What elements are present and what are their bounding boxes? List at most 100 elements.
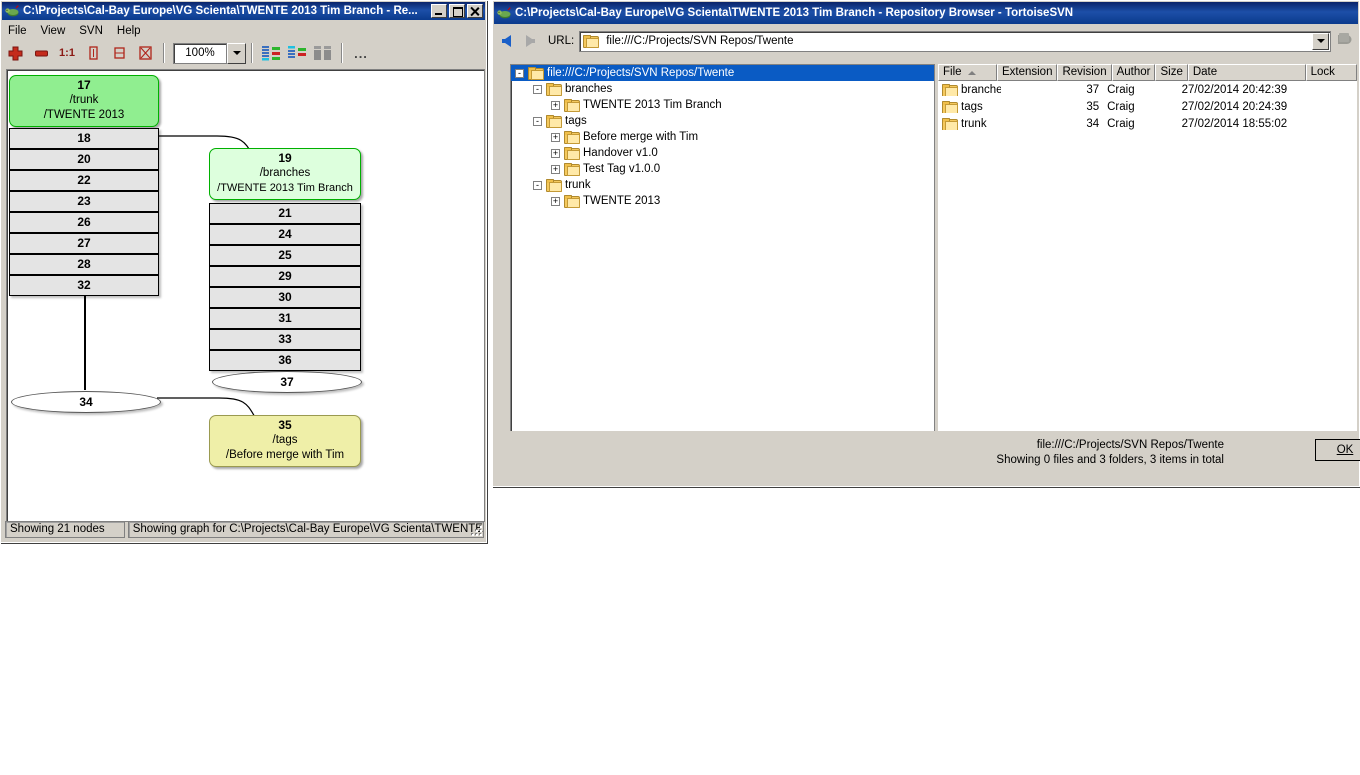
zoom-100-button[interactable]: 1:1 [54, 42, 80, 64]
chevron-down-icon [232, 51, 241, 55]
window-title: C:\Projects\Cal-Bay Europe\VG Scienta\TW… [515, 7, 1074, 19]
zoom-in-icon[interactable] [2, 42, 28, 64]
cell-date: 27/02/2014 20:24:39 [1181, 100, 1288, 113]
expand-icon[interactable]: + [551, 132, 560, 142]
expand-icon[interactable]: + [551, 148, 560, 158]
expand-icon[interactable]: + [551, 164, 560, 174]
column-header-extension[interactable]: Extension [996, 64, 1058, 81]
rev-label: 25 [278, 248, 292, 262]
status-graph-path: Showing graph for C:\Projects\Cal-Bay Eu… [127, 521, 484, 538]
zoom-dropdown-button[interactable] [227, 42, 246, 64]
expand-icon[interactable]: + [551, 196, 560, 206]
graph-node-rev-30[interactable]: 30 [209, 287, 361, 308]
url-value: file:///C:/Projects/SVN Repos/Twente [606, 35, 794, 47]
collapse-icon[interactable]: - [533, 84, 542, 94]
menu-file[interactable]: File [8, 25, 27, 37]
tree-item[interactable]: - trunk [511, 177, 934, 193]
fit-width-icon[interactable] [106, 42, 132, 64]
graph-node-trunk-head[interactable]: 17 /trunk /TWENTE 2013 [9, 75, 159, 127]
rev-label: 18 [77, 131, 91, 145]
menubar: File View SVN Help [2, 21, 485, 40]
graph-node-rev-20[interactable]: 20 [9, 149, 159, 170]
tree-item[interactable]: - branches [511, 81, 934, 97]
maximize-button[interactable] [449, 4, 465, 18]
menu-help[interactable]: Help [117, 25, 141, 37]
repository-browser-inner: C:\Projects\Cal-Bay Europe\VG Scienta\TW… [494, 2, 1360, 485]
rev-label: 29 [278, 269, 292, 283]
repository-tree[interactable]: - file:///C:/Projects/SVN Repos/Twente - br… [510, 64, 935, 434]
ok-button[interactable]: OK [1315, 439, 1360, 461]
url-input[interactable]: file:///C:/Projects/SVN Repos/Twente [579, 30, 1331, 52]
graph-node-tag[interactable]: 35 /tags /Before merge with Tim [209, 415, 361, 467]
fit-window-icon[interactable] [132, 42, 158, 64]
rev-label: 28 [77, 257, 91, 271]
resize-grip-icon[interactable] [470, 524, 482, 536]
graph-node-rev-18[interactable]: 18 [9, 128, 159, 149]
tree-item-label: Handover v1.0 [583, 147, 658, 159]
graph-node-tag-rev: 35 [278, 418, 292, 432]
expand-icon[interactable]: + [551, 100, 560, 110]
tree-item[interactable]: - file:///C:/Projects/SVN Repos/Twente [511, 65, 934, 81]
revision-graph-canvas[interactable]: 17 /trunk /TWENTE 2013 18 20 22 23 26 27… [6, 69, 485, 522]
graph-node-rev-27[interactable]: 27 [9, 233, 159, 254]
folder-icon [564, 99, 580, 112]
zoom-100-label: 1:1 [59, 47, 75, 59]
zoom-out-icon[interactable] [28, 42, 54, 64]
collapse-icon[interactable]: - [533, 180, 542, 190]
forward-arrow-icon[interactable] [518, 30, 542, 52]
url-dropdown-button[interactable] [1312, 32, 1329, 50]
column-header-revision[interactable]: Revision [1057, 64, 1112, 81]
folder-icon [528, 67, 544, 80]
repository-file-list[interactable]: File Extension Revision Author Size Date… [938, 64, 1357, 432]
table-row[interactable]: tags 35 Craig 27/02/2014 20:24:39 [938, 98, 1357, 115]
collapse-icon[interactable]: - [533, 116, 542, 126]
graph-node-rev-36[interactable]: 36 [209, 350, 361, 371]
collapse-icon[interactable]: - [515, 68, 524, 78]
menu-view[interactable]: View [41, 25, 66, 37]
graph-node-rev-33[interactable]: 33 [209, 329, 361, 350]
rev-label: 26 [77, 215, 91, 229]
graph-node-rev-37[interactable]: 37 [212, 371, 362, 393]
tree-item[interactable]: + Handover v1.0 [511, 145, 934, 161]
graph-node-rev-22[interactable]: 22 [9, 170, 159, 191]
repo-browser-extra-button[interactable] [1335, 30, 1355, 52]
column-header-size[interactable]: Size [1155, 64, 1188, 81]
ok-button-label: OK [1336, 444, 1354, 456]
tree-item[interactable]: - tags [511, 113, 934, 129]
menu-svn[interactable]: SVN [79, 25, 103, 37]
graph-node-rev-24[interactable]: 24 [209, 224, 361, 245]
graph-node-rev-29[interactable]: 29 [209, 266, 361, 287]
fit-height-icon[interactable] [80, 42, 106, 64]
tree-item[interactable]: + TWENTE 2013 Tim Branch [511, 97, 934, 113]
show-all-revisions-icon[interactable] [258, 42, 284, 64]
column-header-file[interactable]: File [938, 64, 997, 81]
tree-item[interactable]: + TWENTE 2013 [511, 193, 934, 209]
connector-trunk-vertical [84, 288, 86, 390]
zoom-level-input[interactable]: 100% [173, 42, 227, 64]
minimize-button[interactable] [431, 4, 447, 18]
show-tags-icon[interactable] [284, 42, 310, 64]
graph-node-rev-26[interactable]: 26 [9, 212, 159, 233]
toolbar-overflow-button[interactable]: ... [348, 42, 374, 64]
column-header-lock[interactable]: Lock [1305, 64, 1357, 81]
column-header-author[interactable]: Author [1111, 64, 1156, 81]
cell-file: tags [938, 100, 1001, 113]
rev-label: 20 [77, 152, 91, 166]
graph-node-rev-28[interactable]: 28 [9, 254, 159, 275]
graph-node-rev-21[interactable]: 21 [209, 203, 361, 224]
graph-node-branch-head[interactable]: 19 /branches /TWENTE 2013 Tim Branch [209, 148, 361, 200]
table-row[interactable]: trunk 34 Craig 27/02/2014 18:55:02 [938, 115, 1357, 132]
graph-node-rev-32[interactable]: 32 [9, 275, 159, 296]
tree-item[interactable]: + Test Tag v1.0.0 [511, 161, 934, 177]
table-row[interactable]: branches 37 Craig 27/02/2014 20:42:39 [938, 81, 1357, 98]
tree-item[interactable]: + Before merge with Tim [511, 129, 934, 145]
close-button[interactable] [467, 4, 483, 18]
graph-node-rev-31[interactable]: 31 [209, 308, 361, 329]
cell-date: 27/02/2014 18:55:02 [1181, 117, 1288, 130]
graph-node-rev-25[interactable]: 25 [209, 245, 361, 266]
graph-node-rev-23[interactable]: 23 [9, 191, 159, 212]
back-arrow-icon[interactable] [494, 30, 518, 52]
graph-node-rev-34[interactable]: 34 [11, 391, 161, 413]
column-header-date[interactable]: Date [1187, 64, 1306, 81]
compare-icon[interactable] [310, 42, 336, 64]
